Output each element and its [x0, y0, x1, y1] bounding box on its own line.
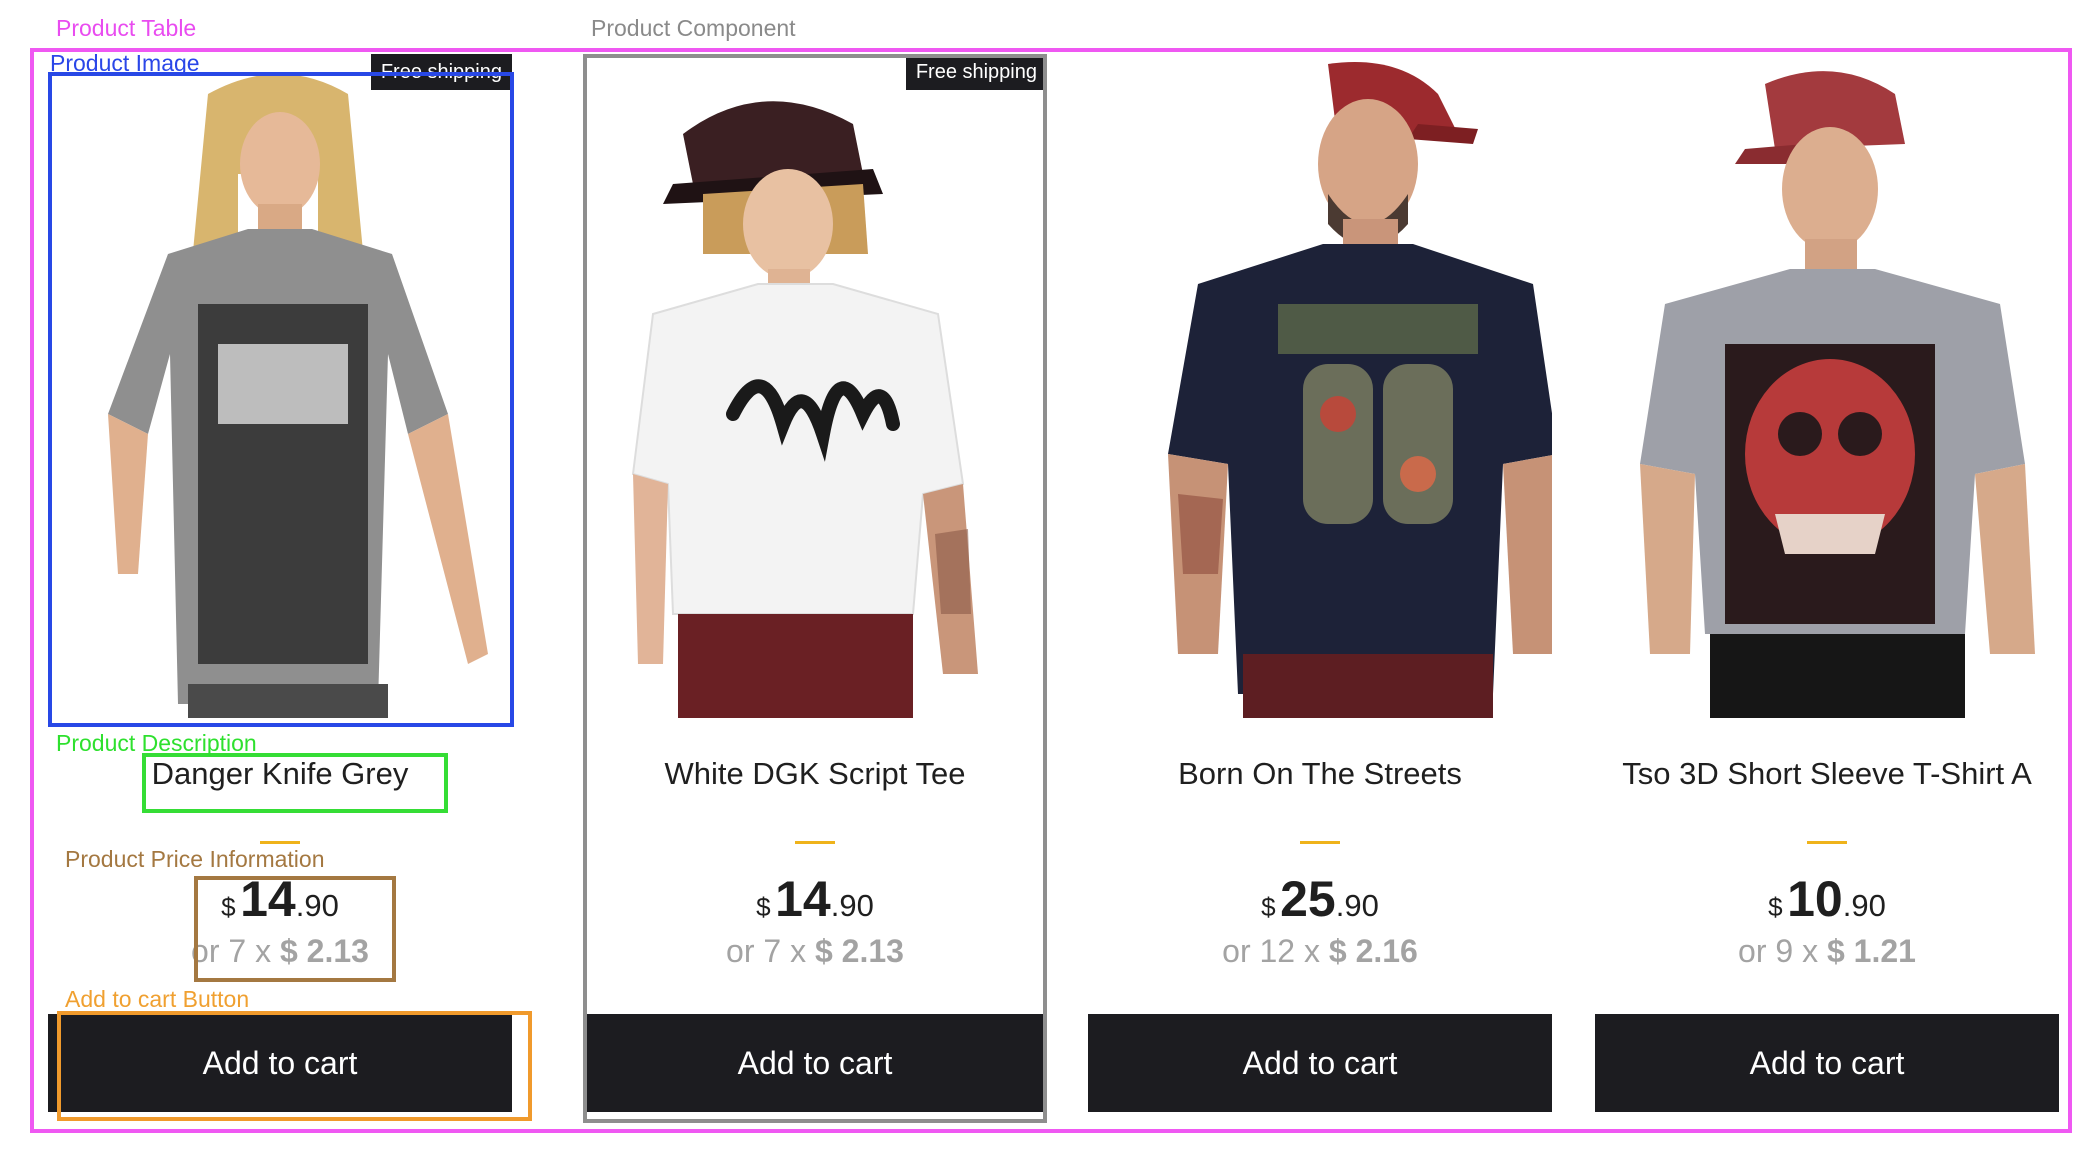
- price-integer: 14: [240, 871, 296, 927]
- installment-value: $ 2.13: [279, 933, 369, 969]
- add-to-cart-button-label: Add to cart Button: [65, 986, 250, 1012]
- installments-prefix: or 7 x: [726, 933, 807, 969]
- price-decimal: .90: [1842, 888, 1886, 923]
- product-image[interactable]: [1088, 54, 1552, 718]
- currency-symbol: $: [221, 892, 236, 922]
- product-card-1: Free shipping Danger Knife Grey $ 14.90 …: [48, 54, 512, 1123]
- installment-value: $ 1.21: [1826, 933, 1916, 969]
- installments-info: or 12 x $ 2.16: [1088, 935, 1552, 967]
- free-shipping-badge: Free shipping: [905, 54, 1047, 90]
- product-price: $ 25.90: [1088, 874, 1552, 924]
- product-card-2: Free shipping White DGK Script Tee $ 14.…: [583, 54, 1047, 1123]
- product-component-label: Product Component: [591, 15, 796, 41]
- product-price-information-label: Product Price Information: [65, 846, 325, 872]
- title-divider: [795, 841, 835, 844]
- installments-prefix: or 7 x: [191, 933, 272, 969]
- installments-prefix: or 12 x: [1222, 933, 1320, 969]
- installment-value: $ 2.16: [1328, 933, 1418, 969]
- installments-info: or 7 x $ 2.13: [583, 935, 1047, 967]
- navy-tshirt-photo: [1088, 54, 1552, 718]
- installments-prefix: or 9 x: [1738, 933, 1819, 969]
- title-divider: [1300, 841, 1340, 844]
- grey-graphic-tshirt-photo: [1595, 54, 2059, 718]
- product-image[interactable]: Free shipping: [583, 54, 1047, 718]
- product-name[interactable]: Born On The Streets: [1098, 754, 1542, 793]
- currency-symbol: $: [1768, 892, 1783, 922]
- grey-tshirt-photo: [48, 54, 512, 718]
- installment-value: $ 2.13: [814, 933, 904, 969]
- product-image[interactable]: Free shipping: [48, 54, 512, 718]
- price-integer: 10: [1787, 871, 1843, 927]
- free-shipping-badge: Free shipping: [370, 54, 512, 90]
- price-decimal: .90: [295, 888, 339, 923]
- product-price: $ 14.90: [48, 874, 512, 924]
- title-divider: [260, 841, 300, 844]
- add-to-cart-button[interactable]: Add to cart: [48, 1014, 512, 1112]
- product-card-3: Born On The Streets $ 25.90 or 12 x $ 2.…: [1088, 54, 1552, 1123]
- title-divider: [1807, 841, 1847, 844]
- installments-info: or 9 x $ 1.21: [1595, 935, 2059, 967]
- price-integer: 25: [1280, 871, 1336, 927]
- add-to-cart-button[interactable]: Add to cart: [1088, 1014, 1552, 1112]
- installments-info: or 7 x $ 2.13: [48, 935, 512, 967]
- product-image-label: Product Image: [50, 50, 200, 76]
- product-table-label: Product Table: [56, 15, 197, 41]
- product-price: $ 10.90: [1595, 874, 2059, 924]
- product-name[interactable]: Danger Knife Grey: [58, 754, 502, 793]
- price-decimal: .90: [830, 888, 874, 923]
- white-tshirt-photo: [583, 54, 1047, 718]
- price-integer: 14: [775, 871, 831, 927]
- product-name[interactable]: Tso 3D Short Sleeve T-Shirt A: [1605, 754, 2049, 793]
- product-image[interactable]: [1595, 54, 2059, 718]
- product-name[interactable]: White DGK Script Tee: [593, 754, 1037, 793]
- product-price: $ 14.90: [583, 874, 1047, 924]
- price-decimal: .90: [1335, 888, 1379, 923]
- add-to-cart-button[interactable]: Add to cart: [583, 1014, 1047, 1112]
- currency-symbol: $: [1261, 892, 1276, 922]
- product-description-label: Product Description: [56, 730, 257, 756]
- currency-symbol: $: [756, 892, 771, 922]
- add-to-cart-button[interactable]: Add to cart: [1595, 1014, 2059, 1112]
- product-card-4: Tso 3D Short Sleeve T-Shirt A $ 10.90 or…: [1595, 54, 2059, 1123]
